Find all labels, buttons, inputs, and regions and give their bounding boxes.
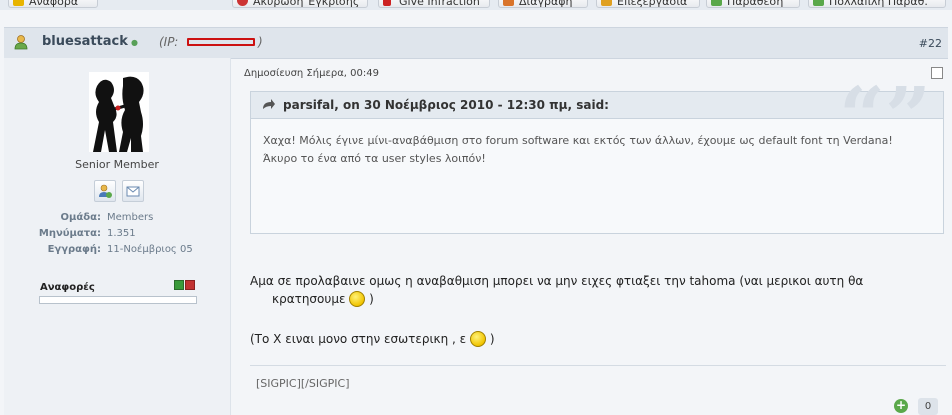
give-infraction-button[interactable]: Give Infraction bbox=[378, 0, 490, 8]
quote-icon bbox=[711, 0, 722, 6]
delete-icon bbox=[503, 0, 514, 6]
warning-icon bbox=[13, 0, 24, 6]
user-info-panel: Senior Member Ομάδα: Members Μηνύματα: 1… bbox=[4, 58, 231, 415]
reputation-label: Αναφορές bbox=[40, 282, 95, 293]
quote-text: Χαχα! Μόλις έγινε μίνι-αναβάθμιση στο fo… bbox=[263, 134, 893, 165]
post-toolbar: Αναφορά Ακύρωση Έγκρισης Give Infraction… bbox=[0, 0, 952, 10]
stat-posts: Μηνύματα: 1.351 bbox=[38, 228, 136, 239]
quote-author: parsifal, on 30 Νοέμβριος 2010 - 12:30 π… bbox=[283, 98, 609, 112]
user-icon bbox=[14, 35, 28, 50]
select-post-checkbox[interactable] bbox=[931, 67, 943, 79]
profile-icon bbox=[99, 184, 112, 198]
unapprove-button[interactable]: Ακύρωση Έγκρισης bbox=[232, 0, 368, 8]
message-icon bbox=[126, 186, 140, 197]
infraction-icon bbox=[383, 0, 391, 6]
reputation-down-icon[interactable] bbox=[185, 280, 195, 290]
post-header: bluesattack ● (IP: ) #22 bbox=[4, 27, 948, 59]
multiquote-icon bbox=[813, 0, 824, 6]
ip-label: (IP: bbox=[159, 35, 179, 49]
stat-group: Ομάδα: Members bbox=[60, 212, 154, 223]
delete-button[interactable]: Διαγραφή bbox=[498, 0, 588, 8]
cancel-icon bbox=[237, 0, 248, 6]
username-link[interactable]: bluesattack bbox=[42, 34, 128, 49]
post-paragraph-2: (Το Χ ειναι μονο στην εσωτερικη , ε ) bbox=[250, 331, 495, 347]
quote-header: parsifal, on 30 Νοέμβριος 2010 - 12:30 π… bbox=[251, 76, 943, 156]
ip-label-close: ) bbox=[258, 35, 263, 49]
quote-block: parsifal, on 30 Νοέμβριος 2010 - 12:30 π… bbox=[250, 76, 944, 234]
post-paragraph-1: Αμα σε προλαβαινε ομως η αναβαθμιση μπορ… bbox=[250, 274, 864, 307]
signature-divider bbox=[250, 365, 946, 366]
quote-arrow-icon[interactable] bbox=[261, 99, 275, 111]
signature: [SIGPIC][/SIGPIC] bbox=[256, 377, 350, 390]
quote-button[interactable]: Παράθεση bbox=[706, 0, 800, 8]
reputation-bar bbox=[39, 296, 197, 304]
stat-joined: Εγγραφή: 11-Νοέμβριος 05 bbox=[47, 244, 193, 255]
multiquote-button[interactable]: Πολλαπλή Παράθ. bbox=[808, 0, 946, 8]
like-plus-icon[interactable]: + bbox=[894, 399, 908, 413]
like-count: 0 bbox=[918, 398, 938, 415]
edit-button[interactable]: Επεξεργασία bbox=[596, 0, 700, 8]
profile-button[interactable] bbox=[94, 180, 116, 202]
user-rank: Senior Member bbox=[75, 158, 159, 171]
rolleyes-smiley-icon bbox=[470, 331, 486, 347]
post-number-link[interactable]: #22 bbox=[919, 37, 942, 50]
reputation-up-icon[interactable] bbox=[174, 280, 184, 290]
ip-redaction bbox=[187, 38, 255, 46]
biggrin-smiley-icon bbox=[349, 291, 366, 307]
post-date: Δημοσίευση Σήμερα, 00:49 bbox=[244, 68, 379, 79]
online-status-icon: ● bbox=[131, 38, 138, 47]
send-message-button[interactable] bbox=[122, 180, 144, 202]
report-button[interactable]: Αναφορά bbox=[8, 0, 98, 8]
avatar[interactable] bbox=[89, 72, 149, 152]
user-stats: Ομάδα: Members Μηνύματα: 1.351 Εγγραφή: … bbox=[4, 210, 230, 258]
edit-icon bbox=[601, 0, 612, 6]
